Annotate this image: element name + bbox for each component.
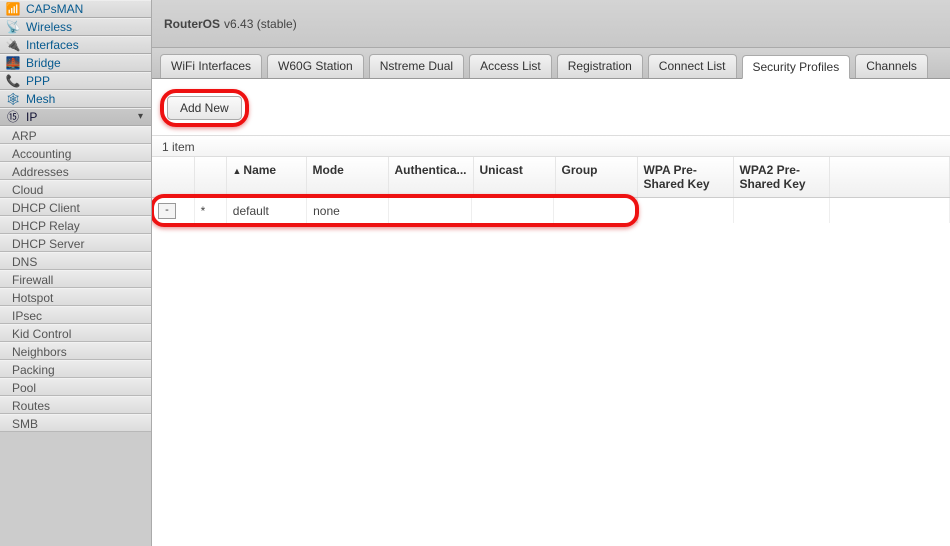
sidebar-sub-packing[interactable]: Packing [0,360,151,378]
sidebar-item-ppp[interactable]: 📞 PPP [0,72,151,90]
wireless-icon: 📡 [6,20,20,34]
col-unicast[interactable]: Unicast [473,157,555,198]
tab-connect-list[interactable]: Connect List [648,54,737,78]
sidebar-sub-firewall[interactable]: Firewall [0,270,151,288]
remove-row-button[interactable]: - [158,203,176,219]
sidebar-item-label: CAPsMAN [26,0,83,18]
table-header-row: ▲Name Mode Authentica... Unicast Group W… [152,157,950,198]
sidebar-item-capsman[interactable]: 📶 CAPsMAN [0,0,151,18]
sidebar-item-bridge[interactable]: 🌉 Bridge [0,54,151,72]
sidebar-sub-smb[interactable]: SMB [0,414,151,432]
sidebar-item-label: Mesh [26,90,55,108]
sidebar-item-mesh[interactable]: 🕸 Mesh [0,90,151,108]
add-new-button[interactable]: Add New [167,96,242,120]
row-wpa2-cell [733,198,829,224]
tab-w60g-station[interactable]: W60G Station [267,54,364,78]
row-wpa-cell [637,198,733,224]
sidebar-item-label: IP [26,108,37,126]
title-bold: RouterOS [164,17,220,31]
tab-channels[interactable]: Channels [855,54,928,78]
sort-asc-icon: ▲ [233,166,242,176]
sidebar-item-label: Bridge [26,54,61,72]
sidebar-sub-ipsec[interactable]: IPsec [0,306,151,324]
sidebar-sub-pool[interactable]: Pool [0,378,151,396]
col-group[interactable]: Group [555,157,637,198]
item-count: 1 item [152,135,950,157]
bridge-icon: 🌉 [6,56,20,70]
col-filler [829,157,949,198]
col-blank1[interactable] [152,157,194,198]
col-name-label: Name [243,163,276,177]
mesh-icon: 🕸 [6,92,20,106]
row-filler [829,198,949,224]
sidebar-item-label: Wireless [26,18,72,36]
sidebar-sub-dhcp-server[interactable]: DHCP Server [0,234,151,252]
ppp-icon: 📞 [6,74,20,88]
tab-bar: WiFi Interfaces W60G Station Nstreme Dua… [152,48,950,79]
sidebar-sub-dhcp-relay[interactable]: DHCP Relay [0,216,151,234]
col-mode[interactable]: Mode [306,157,388,198]
sidebar-item-wireless[interactable]: 📡 Wireless [0,18,151,36]
sidebar-sub-dns[interactable]: DNS [0,252,151,270]
interfaces-icon: 🔌 [6,38,20,52]
col-wpa2-psk[interactable]: WPA2 Pre-Shared Key [733,157,829,198]
table-wrap: ▲Name Mode Authentica... Unicast Group W… [152,157,950,546]
main-panel: RouterOS v6.43 (stable) WiFi Interfaces … [151,0,950,546]
row-name-cell: default [226,198,306,223]
row-mode-cell: none [307,198,389,223]
row-auth-cell [389,198,471,223]
sidebar-sub-addresses[interactable]: Addresses [0,162,151,180]
security-profiles-table: ▲Name Mode Authentica... Unicast Group W… [152,157,950,223]
row-action-cell: - [152,198,194,223]
table-row[interactable]: - * default none [152,198,950,224]
sidebar-sub-kid-control[interactable]: Kid Control [0,324,151,342]
sidebar-sub-cloud[interactable]: Cloud [0,180,151,198]
tab-registration[interactable]: Registration [557,54,643,78]
row-unicast-cell [471,198,553,223]
col-wpa-psk[interactable]: WPA Pre-Shared Key [637,157,733,198]
toolbar: Add New [152,79,950,135]
col-name[interactable]: ▲Name [226,157,306,198]
tab-security-profiles[interactable]: Security Profiles [742,55,851,79]
sidebar-sub-hotspot[interactable]: Hotspot [0,288,151,306]
sidebar-sub-routes[interactable]: Routes [0,396,151,414]
tab-wifi-interfaces[interactable]: WiFi Interfaces [160,54,262,78]
tab-access-list[interactable]: Access List [469,54,552,78]
sidebar-item-label: PPP [26,72,50,90]
sidebar-item-ip[interactable]: ⑮ IP [0,108,151,126]
sidebar-sub-arp[interactable]: ARP [0,126,151,144]
row-group-cell [554,198,636,223]
ip-icon: ⑮ [6,110,20,124]
capsman-icon: 📶 [6,2,20,16]
sidebar-sub-accounting[interactable]: Accounting [0,144,151,162]
sidebar-sub-neighbors[interactable]: Neighbors [0,342,151,360]
sidebar-item-label: Interfaces [26,36,79,54]
page-title: RouterOS v6.43 (stable) [152,0,950,48]
col-blank2[interactable] [194,157,226,198]
tab-nstreme-dual[interactable]: Nstreme Dual [369,54,464,78]
sidebar-sub-dhcp-client[interactable]: DHCP Client [0,198,151,216]
row-flag-cell: * [194,198,226,223]
title-version: v6.43 (stable) [224,17,297,31]
add-new-highlight-wrap: Add New [162,91,247,125]
sidebar: 📶 CAPsMAN 📡 Wireless 🔌 Interfaces 🌉 Brid… [0,0,151,546]
col-authentication[interactable]: Authentica... [388,157,473,198]
sidebar-item-interfaces[interactable]: 🔌 Interfaces [0,36,151,54]
